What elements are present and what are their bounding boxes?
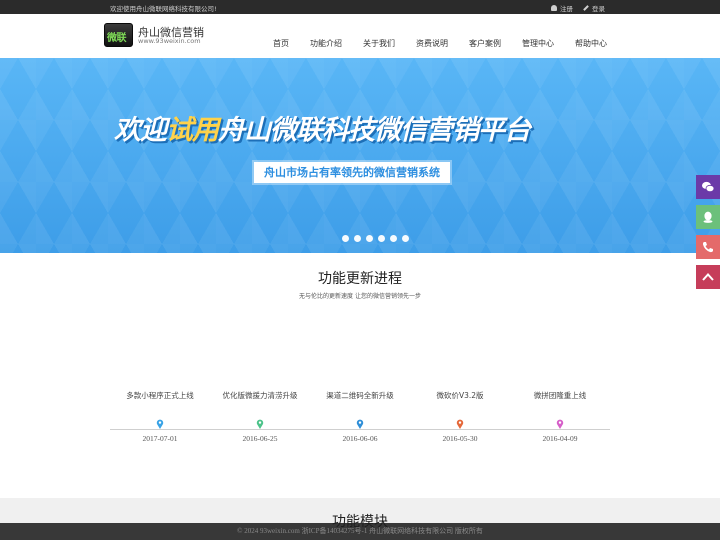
timeline-event-label[interactable]: 微砍价V3.2版 — [410, 390, 510, 401]
location-pin-icon — [556, 419, 564, 429]
qq-icon — [703, 211, 713, 223]
user-icon — [551, 5, 557, 11]
timeline-event-label[interactable]: 多款小程序正式上线 — [110, 390, 210, 401]
login-label: 登录 — [592, 5, 605, 13]
location-pin-icon — [156, 419, 164, 429]
timeline-event-date: 2016-04-09 — [542, 434, 578, 443]
location-pin-icon — [256, 419, 264, 429]
site-header: 微联 舟山微信营销 www.93weixin.com 首页 功能介绍 关于我们 … — [0, 14, 720, 58]
slider-dot[interactable] — [378, 235, 385, 242]
location-pin-icon — [456, 419, 464, 429]
slider-dot[interactable] — [390, 235, 397, 242]
nav-item-pricing[interactable]: 资费说明 — [416, 38, 448, 49]
nav-item-admin[interactable]: 管理中心 — [522, 38, 554, 49]
slider-dot[interactable] — [342, 235, 349, 242]
slider-dot[interactable] — [366, 235, 373, 242]
location-pin-icon — [356, 419, 364, 429]
banner-subtitle: 舟山市场占有率领先的微信营销系统 — [254, 162, 450, 183]
welcome-text: 欢迎使用舟山微联网络科技有限公司! — [110, 5, 217, 13]
register-link[interactable]: 注册 — [551, 3, 573, 13]
slider-dot[interactable] — [354, 235, 361, 242]
timeline-event-date: 2016-05-30 — [442, 434, 478, 443]
account-links: 注册 登录 — [551, 3, 605, 13]
banner-title-pre: 欢迎 — [114, 115, 167, 146]
banner-title: 欢迎试用舟山微联科技微信营销平台 — [114, 108, 531, 147]
phone-icon — [702, 242, 713, 253]
site-footer: © 2024 93weixin.com 浙ICP备14034275号-1 舟山微… — [0, 523, 720, 540]
updates-title: 功能更新进程 — [318, 271, 402, 287]
pen-icon — [583, 5, 589, 11]
timeline-line — [110, 429, 610, 430]
slider-dots — [342, 235, 409, 242]
main-nav: 首页 功能介绍 关于我们 资费说明 客户案例 管理中心 帮助中心 — [0, 38, 720, 52]
banner-title-post: 舟山微联科技微信营销平台 — [218, 115, 531, 146]
timeline-event-label[interactable]: 微拼团隆重上线 — [510, 390, 610, 401]
nav-item-home[interactable]: 首页 — [273, 38, 289, 49]
nav-item-features[interactable]: 功能介绍 — [310, 38, 342, 49]
updates-subtitle: 无与伦比的更新速度 让您的微信营销领先一步 — [299, 293, 421, 300]
wechat-icon — [702, 181, 715, 193]
hero-banner[interactable]: 欢迎试用舟山微联科技微信营销平台 舟山市场占有率领先的微信营销系统 — [0, 58, 720, 253]
qq-button[interactable] — [696, 205, 720, 229]
nav-item-about[interactable]: 关于我们 — [363, 38, 395, 49]
phone-button[interactable] — [696, 235, 720, 259]
login-link[interactable]: 登录 — [583, 3, 605, 13]
wechat-button[interactable] — [696, 175, 720, 199]
top-bar: 欢迎使用舟山微联网络科技有限公司! 注册 登录 — [0, 0, 720, 14]
timeline-event-date: 2016-06-25 — [242, 434, 278, 443]
timeline-event-label[interactable]: 优化版微援力清涝升级 — [210, 390, 310, 401]
register-label: 注册 — [560, 5, 573, 13]
timeline-event-date: 2016-06-06 — [342, 434, 378, 443]
timeline-event-label[interactable]: 渠道二维码全新升级 — [310, 390, 410, 401]
banner-title-highlight: 试用 — [166, 115, 219, 146]
slider-dot[interactable] — [402, 235, 409, 242]
timeline-event-date: 2017-07-01 — [142, 434, 178, 443]
nav-item-cases[interactable]: 客户案例 — [469, 38, 501, 49]
nav-item-help[interactable]: 帮助中心 — [575, 38, 607, 49]
